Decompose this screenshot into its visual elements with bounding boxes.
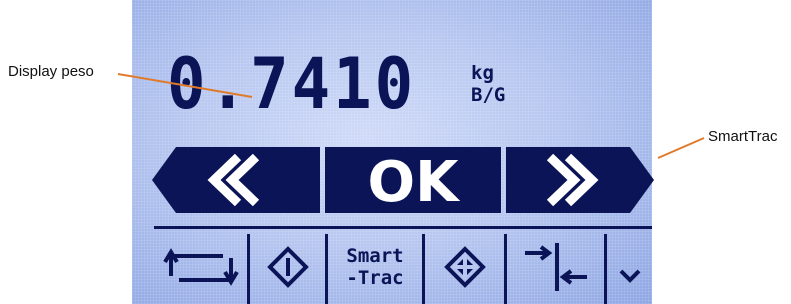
smarttrac-callout-line (657, 137, 705, 159)
callout-lines (117, 73, 705, 159)
display-callout-line (117, 73, 253, 98)
